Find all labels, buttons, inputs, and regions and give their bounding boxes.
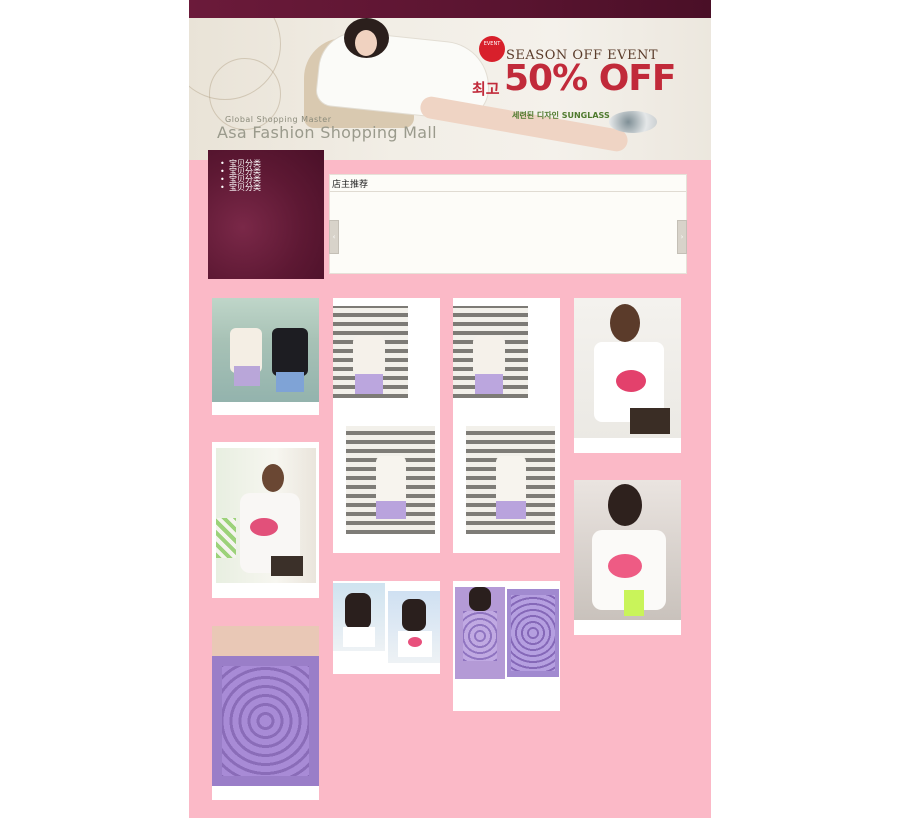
product-photo[interactable] [333, 583, 385, 651]
brand-title: Asa Fashion Shopping Mall [217, 123, 437, 142]
product-photo[interactable] [216, 448, 316, 583]
product-photo[interactable] [333, 306, 408, 398]
event-badge: EVENT [479, 36, 505, 62]
prev-arrow-icon[interactable]: ‹ [329, 220, 339, 254]
product-photo[interactable] [574, 298, 681, 438]
product-card[interactable] [212, 626, 319, 800]
product-card[interactable] [212, 298, 319, 415]
product-photo[interactable] [455, 587, 505, 679]
product-photo[interactable] [212, 626, 319, 786]
product-photo[interactable] [453, 306, 528, 398]
shop-recommend-box: 店主推荐 ‹ › [329, 174, 687, 274]
product-photo[interactable] [212, 298, 319, 402]
discount-text: 50% OFF [504, 58, 676, 99]
product-card[interactable] [212, 442, 319, 598]
product-card[interactable] [333, 581, 440, 674]
product-card[interactable] [574, 480, 681, 635]
product-card[interactable] [333, 298, 440, 553]
product-photo[interactable] [507, 589, 559, 677]
legs [418, 94, 630, 154]
product-photo[interactable] [466, 426, 555, 534]
top-bar [189, 0, 711, 18]
sunglass-title: 세련된 디자인 SUNGLASS [512, 111, 610, 120]
recommend-title: 店主推荐 [332, 180, 369, 190]
product-card[interactable] [574, 298, 681, 453]
shop-page: Global Shopping Master Asa Fashion Shopp… [189, 0, 711, 818]
divider [330, 191, 686, 192]
product-photo[interactable] [388, 591, 440, 663]
product-card[interactable] [453, 298, 560, 553]
product-card[interactable] [453, 581, 560, 711]
product-photo[interactable] [346, 426, 435, 534]
next-arrow-icon[interactable]: › [677, 220, 687, 254]
promo-banner[interactable]: Global Shopping Master Asa Fashion Shopp… [189, 18, 711, 160]
discount-prefix: 최고 [472, 80, 500, 98]
sunglass-image [609, 111, 657, 133]
menu-item[interactable]: 宝贝分类 [220, 184, 324, 193]
face [355, 30, 377, 56]
product-photo[interactable] [574, 480, 681, 620]
category-menu: 宝贝分类 宝贝分类 宝贝分类 宝贝分类 [208, 150, 324, 279]
